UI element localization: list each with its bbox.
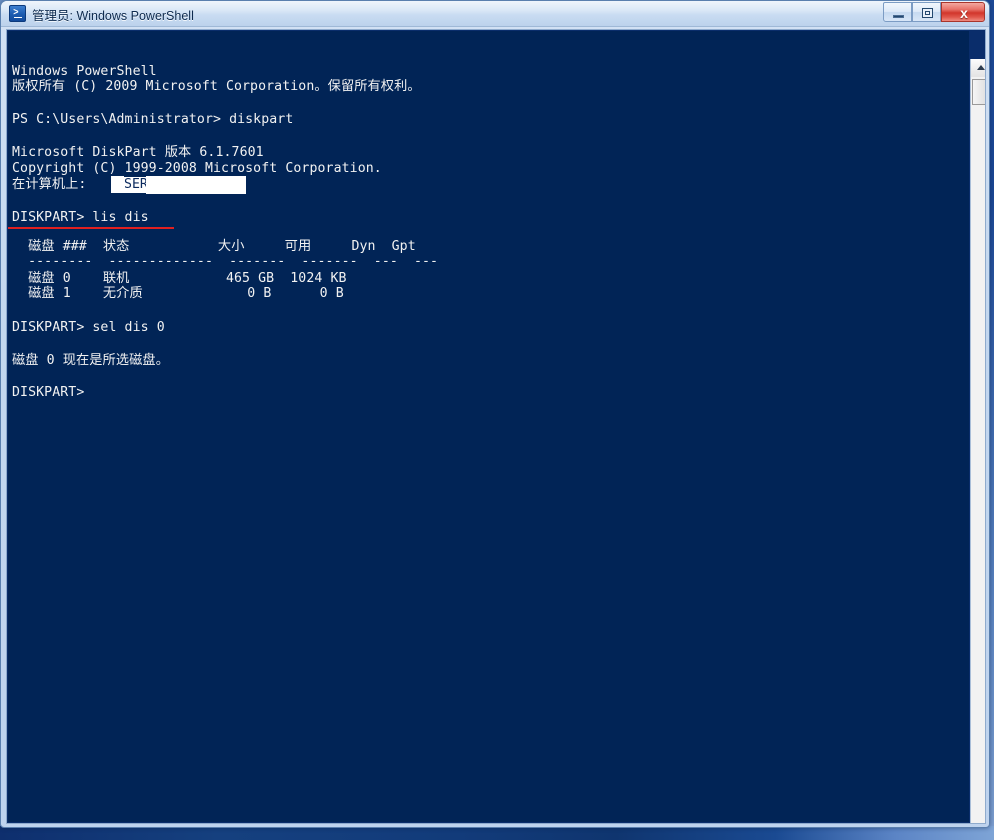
chevron-up-icon [977, 65, 985, 70]
desktop-wallpaper-strip [0, 826, 994, 840]
scroll-up-button[interactable] [971, 59, 985, 77]
red-underline-annotation [8, 227, 174, 229]
console-line: Windows PowerShell [12, 64, 157, 79]
powershell-window: > 管理员: Windows PowerShell x Windows Powe… [0, 0, 990, 828]
console-output[interactable]: Windows PowerShell 版权所有 (C) 2009 Microsof… [8, 31, 969, 822]
minimize-icon [893, 15, 904, 18]
hostname-redaction-block-cursor [111, 176, 124, 193]
restore-icon [922, 8, 933, 18]
console-line: 磁盘 0 现在是所选磁盘。 [12, 353, 169, 368]
close-button[interactable]: x [941, 2, 985, 22]
console-client-area: Windows PowerShell 版权所有 (C) 2009 Microsof… [6, 29, 986, 824]
console-line: -------- ------------- ------- ------- -… [12, 254, 439, 269]
underscore-glyph [14, 17, 22, 18]
console-line: DISKPART> sel dis 0 [12, 320, 165, 335]
window-title: 管理员: Windows PowerShell [32, 9, 194, 23]
console-line: Copyright (C) 1999-2008 Microsoft Corpor… [12, 161, 382, 176]
console-line: Microsoft DiskPart 版本 6.1.7601 [12, 145, 264, 160]
console-line: PS C:\Users\Administrator> diskpart [12, 112, 294, 127]
powershell-icon: > [9, 5, 26, 22]
console-line: DISKPART> [12, 385, 85, 400]
close-icon: x [960, 5, 968, 21]
hostname-visible-prefix: SER [124, 177, 148, 193]
vertical-scrollbar[interactable] [970, 59, 985, 823]
console-line: 磁盘 ### 状态 大小 可用 Dyn Gpt [12, 239, 416, 254]
console-text-layer: Windows PowerShell 版权所有 (C) 2009 Microsof… [8, 31, 969, 822]
scrollbar-thumb[interactable] [972, 79, 985, 105]
console-line: 磁盘 0 联机 465 GB 1024 KB [12, 271, 347, 286]
hostname-redaction-block [146, 176, 246, 194]
console-line: 在计算机上: [12, 177, 87, 192]
console-line: 磁盘 1 无介质 0 B 0 B [12, 286, 344, 301]
window-titlebar[interactable]: > 管理员: Windows PowerShell x [1, 1, 989, 27]
scrollbar-track[interactable] [971, 77, 985, 823]
restore-button[interactable] [912, 2, 941, 22]
console-line: 版权所有 (C) 2009 Microsoft Corporation。保留所有… [12, 79, 421, 94]
minimize-button[interactable] [883, 2, 912, 22]
console-line: DISKPART> lis dis [12, 210, 149, 225]
